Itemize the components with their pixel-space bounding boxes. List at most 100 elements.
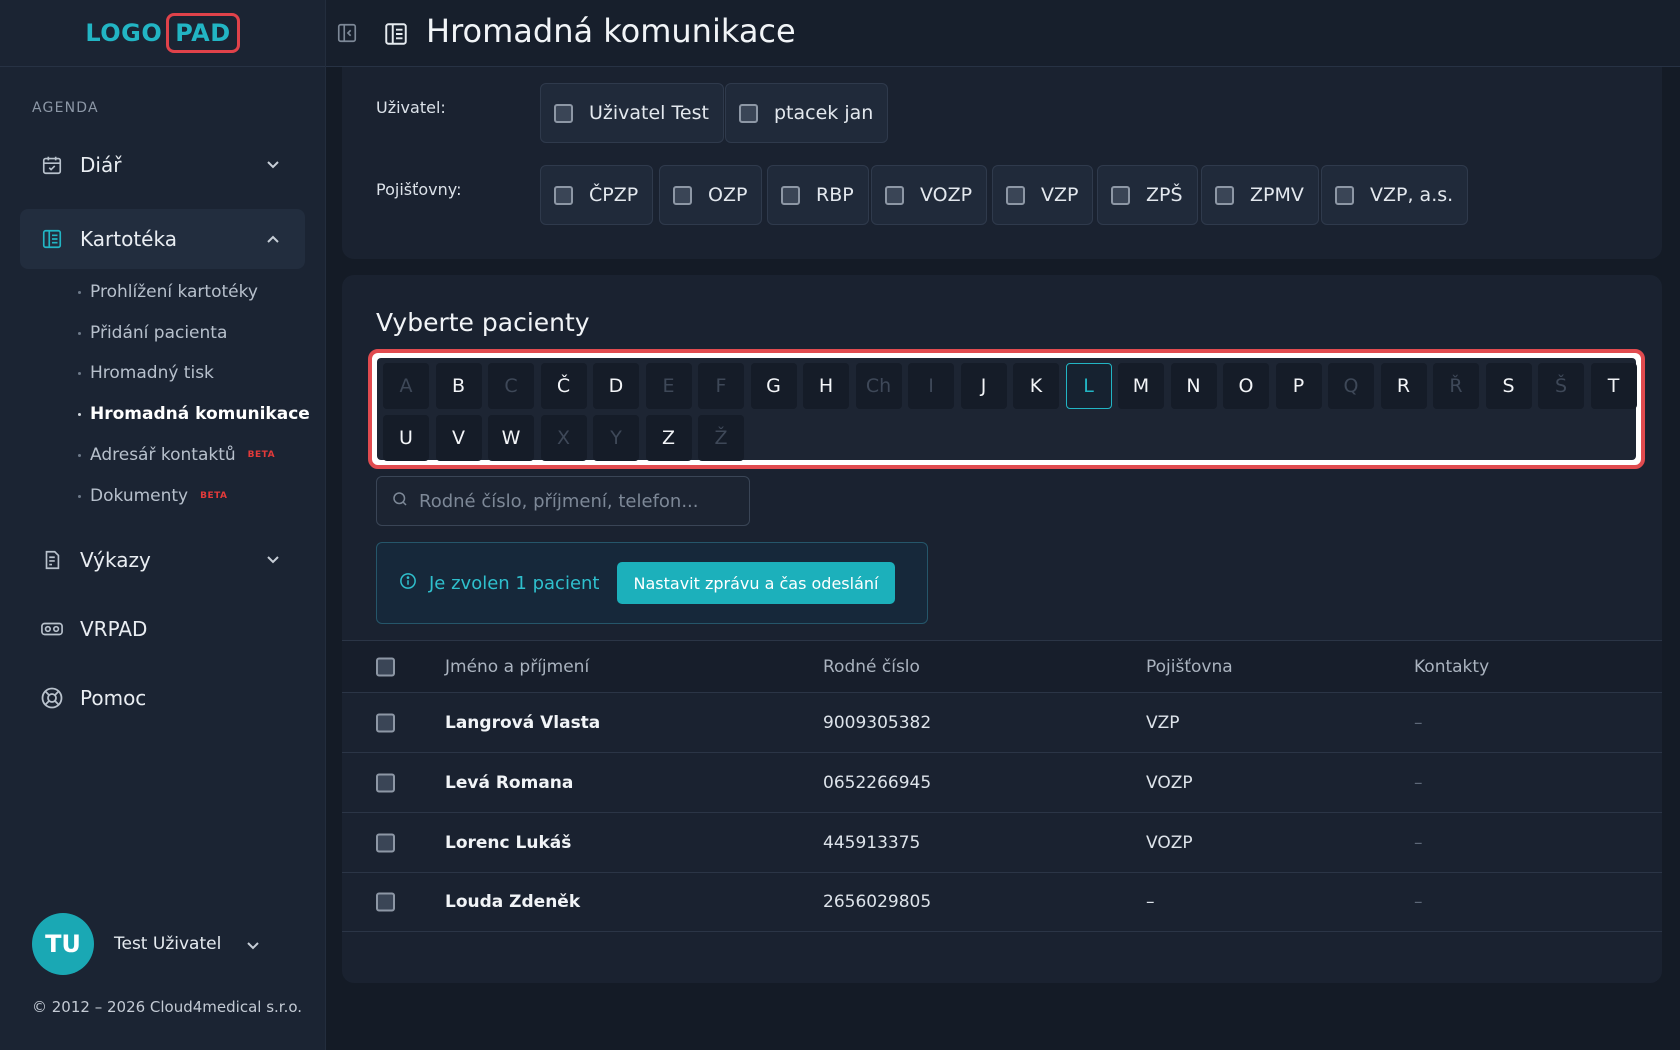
- letter-button[interactable]: L: [1065, 363, 1112, 409]
- select-all-checkbox[interactable]: [376, 657, 395, 676]
- insurer-chip[interactable]: OZP: [659, 165, 763, 225]
- page-title: Hromadná komunikace: [426, 12, 796, 50]
- user-chip[interactable]: ptacek jan: [725, 83, 889, 143]
- search-input[interactable]: [419, 490, 739, 512]
- chip-label: RBP: [816, 184, 854, 206]
- sidebar-subitem-tisk[interactable]: Hromadný tisk: [78, 363, 214, 383]
- chevron-down-icon: [247, 935, 260, 954]
- insurer-chip[interactable]: ZPMV: [1201, 165, 1319, 225]
- table-row[interactable]: Louda Zdeněk 2656029805 – –: [342, 872, 1662, 932]
- checkbox[interactable]: [885, 185, 904, 205]
- checkbox[interactable]: [1335, 185, 1354, 205]
- table-row[interactable]: Lorenc Lukáš 445913375 VOZP –: [342, 812, 1662, 872]
- insurer-chip[interactable]: VZP: [992, 165, 1094, 225]
- letter-button[interactable]: U: [383, 415, 429, 461]
- letter-button[interactable]: J: [960, 363, 1007, 409]
- letter-button: Ch: [855, 363, 902, 409]
- letter-button[interactable]: P: [1275, 363, 1322, 409]
- row-checkbox[interactable]: [376, 833, 395, 852]
- bullet: [78, 331, 81, 335]
- checkbox[interactable]: [781, 185, 800, 205]
- sidebar-item-kartoteka[interactable]: Kartotéka: [20, 209, 305, 269]
- letter-button[interactable]: T: [1590, 363, 1637, 409]
- letter-button[interactable]: K: [1013, 363, 1059, 409]
- row-checkbox[interactable]: [376, 892, 395, 912]
- checkbox[interactable]: [554, 103, 573, 123]
- vr-headset-icon: [40, 617, 64, 641]
- letter-button[interactable]: N: [1170, 363, 1217, 409]
- chip-label: ZPMV: [1250, 184, 1304, 206]
- calendar-icon: [40, 153, 64, 177]
- sidebar-item-vrpad[interactable]: VRPAD: [20, 599, 305, 659]
- letter-button[interactable]: O: [1223, 363, 1269, 409]
- row-checkbox[interactable]: [376, 773, 395, 792]
- alphabet-filter: A B C Č D E F G H Ch I J K L M N O P Q R Ř S Š T U V W X Y Z Ž: [368, 349, 1645, 469]
- collapse-sidebar-icon[interactable]: [336, 22, 360, 46]
- letter-button[interactable]: M: [1118, 363, 1164, 409]
- logo-badge: PAD: [166, 13, 240, 53]
- sidebar-subitem-pridani[interactable]: Přidání pacienta: [78, 323, 227, 343]
- sidebar-subitem-label: Hromadný tisk: [90, 363, 214, 383]
- checkbox[interactable]: [554, 185, 573, 205]
- chevron-up-icon: [263, 229, 283, 249]
- logo-area: LOGO PAD: [0, 0, 325, 67]
- table-row[interactable]: Langrová Vlasta 9009305382 VZP –: [342, 692, 1662, 752]
- checkbox[interactable]: [1215, 185, 1234, 205]
- insurer-chip[interactable]: ČPZP: [540, 165, 654, 225]
- letter-button[interactable]: W: [488, 415, 534, 461]
- patient-insurer: VOZP: [1146, 832, 1193, 853]
- chip-label: VZP, a.s.: [1370, 184, 1454, 206]
- patient-name: Levá Romana: [445, 772, 574, 793]
- insurer-chip[interactable]: VOZP: [871, 165, 988, 225]
- letter-button[interactable]: R: [1380, 363, 1427, 409]
- table-row[interactable]: Levá Romana 0652266945 VOZP –: [342, 752, 1662, 812]
- logo-text: LOGO: [85, 19, 163, 47]
- sidebar-subitem-prohlizeni[interactable]: Prohlížení kartotéky: [78, 282, 258, 302]
- user-menu[interactable]: TU Test Uživatel: [32, 913, 260, 975]
- row-checkbox[interactable]: [376, 713, 395, 732]
- sidebar-item-label: VRPAD: [80, 617, 148, 641]
- column-header-contacts[interactable]: Kontakty: [1414, 657, 1489, 677]
- checkbox[interactable]: [673, 185, 692, 205]
- patient-search[interactable]: [376, 476, 750, 526]
- letter-button[interactable]: G: [750, 363, 797, 409]
- letter-button[interactable]: V: [435, 415, 482, 461]
- checkbox[interactable]: [1006, 185, 1025, 205]
- letter-button: Ž: [698, 415, 744, 461]
- insurer-chip[interactable]: RBP: [767, 165, 869, 225]
- sidebar-item-diar[interactable]: Diář: [20, 135, 305, 195]
- letter-button[interactable]: Z: [645, 415, 692, 461]
- app-logo[interactable]: LOGO PAD: [85, 13, 240, 53]
- letter-button[interactable]: S: [1485, 363, 1532, 409]
- sidebar-subitem-komunikace[interactable]: Hromadná komunikace: [78, 404, 310, 424]
- patient-rc: 0652266945: [823, 772, 932, 793]
- user-name: Test Uživatel: [114, 934, 222, 954]
- user-chip[interactable]: Uživatel Test: [540, 83, 724, 143]
- set-message-button[interactable]: Nastavit zprávu a čas odeslání: [616, 562, 896, 604]
- sidebar-item-label: Pomoc: [80, 686, 147, 710]
- checkbox[interactable]: [739, 103, 758, 123]
- checkbox[interactable]: [1111, 185, 1130, 205]
- folder-list-icon: [383, 21, 409, 47]
- letter-button[interactable]: H: [803, 363, 849, 409]
- sidebar-item-pomoc[interactable]: Pomoc: [20, 668, 305, 728]
- column-header-name[interactable]: Jméno a příjmení: [445, 657, 589, 677]
- letter-button: F: [698, 363, 744, 409]
- insurer-chip[interactable]: ZPŠ: [1097, 165, 1198, 225]
- sidebar-item-vykazy[interactable]: Výkazy: [20, 530, 305, 590]
- letter-button[interactable]: D: [593, 363, 639, 409]
- column-header-insurer[interactable]: Pojišťovna: [1146, 657, 1233, 677]
- beta-badge: BETA: [247, 450, 276, 460]
- lifebuoy-icon: [40, 686, 64, 710]
- sidebar-item-label: Kartotéka: [80, 227, 177, 251]
- insurer-chip[interactable]: VZP, a.s.: [1321, 165, 1469, 225]
- sidebar-subitem-dokumenty[interactable]: Dokumenty BETA: [78, 486, 228, 506]
- sidebar-subitem-adresar[interactable]: Adresář kontaktů BETA: [78, 445, 275, 465]
- patient-insurer: –: [1146, 892, 1155, 912]
- column-header-rc[interactable]: Rodné číslo: [823, 657, 920, 677]
- bullet: [78, 494, 81, 498]
- chevron-down-icon: [263, 155, 283, 175]
- letter-button[interactable]: B: [435, 363, 482, 409]
- letter-button[interactable]: Č: [540, 363, 587, 409]
- sidebar-item-label: Diář: [80, 153, 122, 177]
